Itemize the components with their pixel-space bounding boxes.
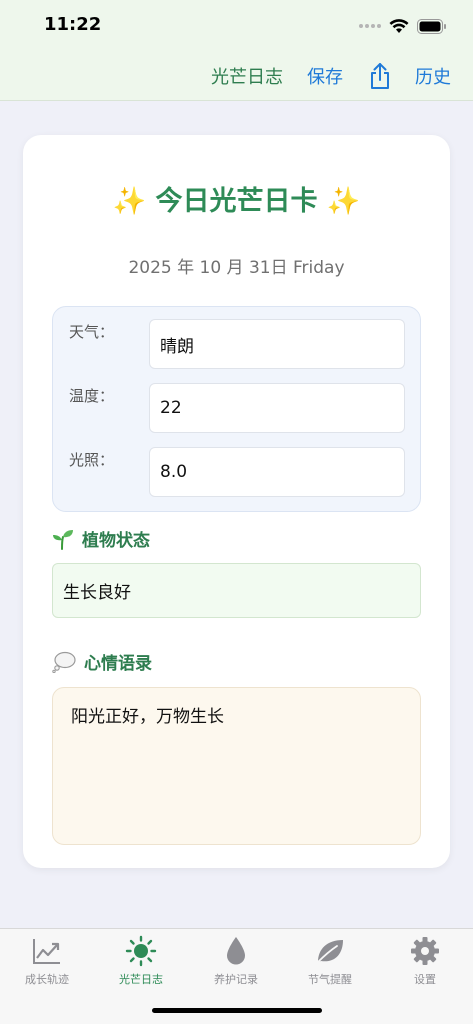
nav-bar: 光芒日志 保存 历史 (211, 62, 451, 90)
weather-input[interactable] (149, 319, 405, 369)
light-label: 光照： (69, 451, 115, 469)
battery-icon (417, 18, 446, 34)
card-title: ✨ 今日光芒日卡 ✨ (112, 186, 361, 217)
cellular-icon (359, 24, 381, 28)
sun-icon (125, 935, 157, 967)
tab-care-records[interactable]: 养护记录 (189, 935, 283, 991)
light-input[interactable] (149, 447, 405, 497)
weather-label: 天气： (69, 323, 115, 341)
tab-settings[interactable]: 设置 (378, 935, 472, 991)
share-button[interactable] (369, 62, 391, 90)
tab-label: 光芒日志 (119, 973, 163, 986)
drop-icon (227, 937, 245, 965)
environment-panel: 天气： 温度： 光照： (52, 306, 421, 512)
light-row: 光照： (53, 447, 420, 497)
plant-section-label: 植物状态 (82, 531, 150, 551)
weather-row: 天气： (53, 319, 420, 369)
temperature-input[interactable] (149, 383, 405, 433)
save-button[interactable]: 保存 (307, 63, 343, 89)
wifi-icon (389, 18, 409, 33)
share-icon (371, 63, 389, 89)
mood-textarea[interactable]: 阳光正好，万物生长 (52, 687, 421, 845)
tab-label: 养护记录 (214, 973, 258, 986)
home-indicator (152, 1008, 322, 1013)
tab-label: 节气提醒 (308, 973, 352, 986)
leaf-icon (317, 940, 343, 963)
temperature-row: 温度： (53, 383, 420, 433)
nav-title: 光芒日志 (211, 67, 283, 88)
card-date: 2025 年 10 月 31日 Friday (128, 258, 345, 278)
status-time: 11:22 (44, 14, 102, 35)
daily-card: ✨ 今日光芒日卡 ✨ 2025 年 10 月 31日 Friday 天气： 温度… (23, 135, 450, 868)
status-icons (359, 16, 447, 36)
tab-solar-terms[interactable]: 节气提醒 (283, 935, 377, 991)
plant-section-title: 植物状态 (52, 526, 150, 551)
tab-light-log[interactable]: 光芒日志 (94, 935, 188, 991)
tab-growth[interactable]: 成长轨迹 (0, 935, 94, 991)
history-button[interactable]: 历史 (415, 63, 451, 89)
mood-section-title: 心情语录 (52, 649, 152, 674)
tab-label: 设置 (414, 973, 436, 986)
seedling-icon (52, 528, 74, 550)
mood-section-label: 心情语录 (84, 654, 152, 674)
top-bar: 11:22 光芒日志 保存 历史 (0, 0, 473, 101)
tab-label: 成长轨迹 (25, 973, 69, 986)
thought-bubble-icon (52, 651, 76, 673)
gear-icon (411, 937, 439, 965)
chart-icon (33, 939, 60, 964)
temperature-label: 温度： (69, 387, 115, 405)
plant-status-input[interactable] (52, 563, 421, 618)
